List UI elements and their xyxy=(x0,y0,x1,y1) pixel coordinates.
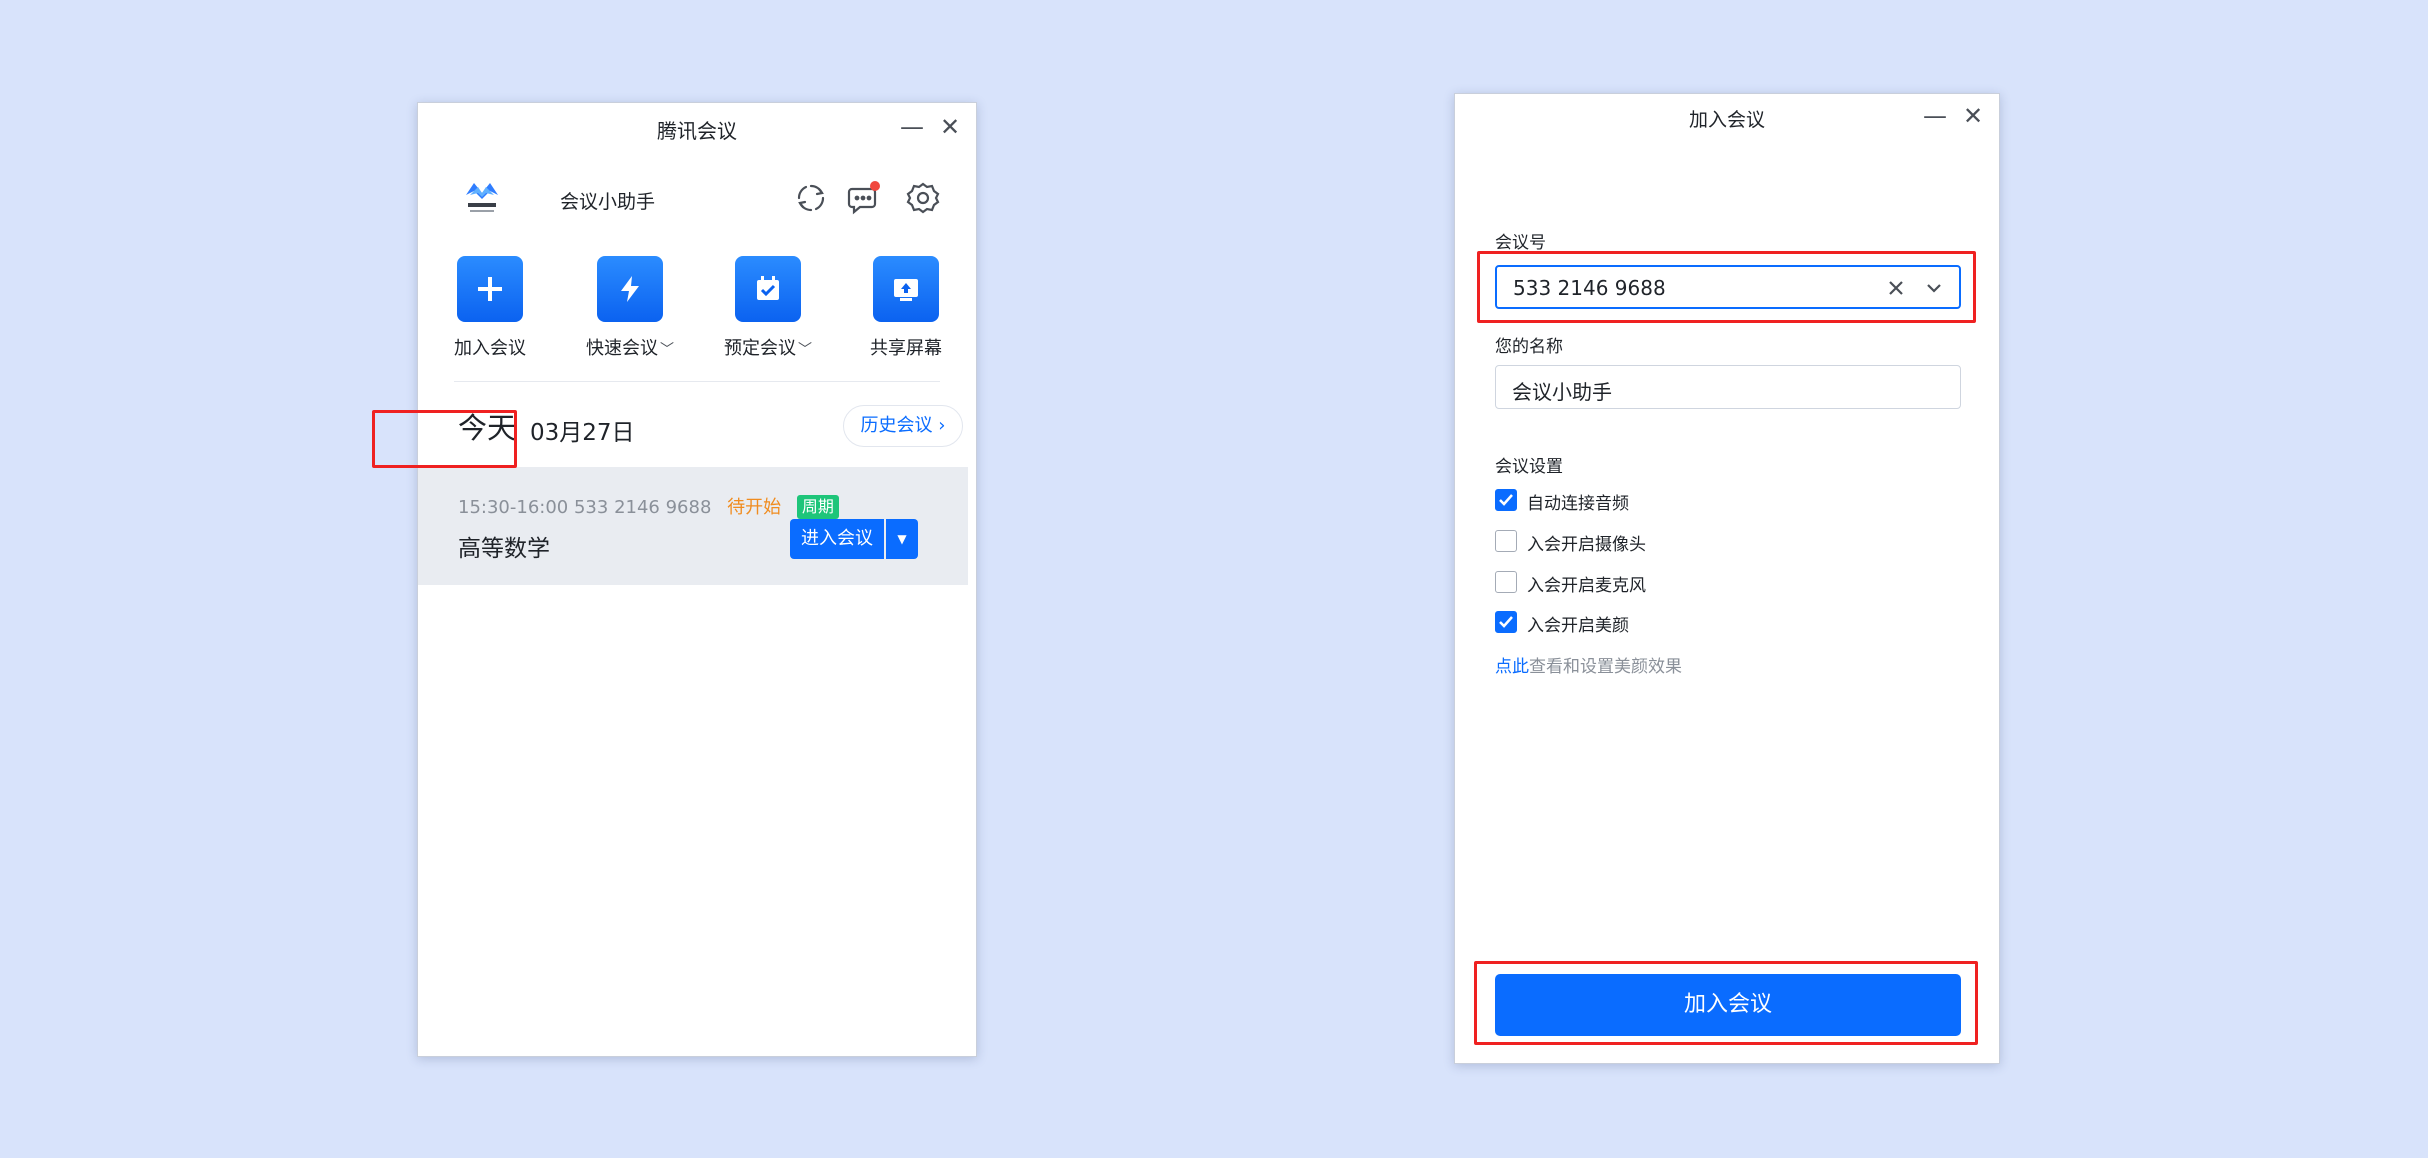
today-label: 今天 xyxy=(458,411,517,445)
option-label: 入会开启麦克风 xyxy=(1527,576,1646,596)
calendar-check-icon[interactable] xyxy=(735,256,801,322)
close-icon[interactable]: ✕ xyxy=(934,111,966,143)
clear-icon[interactable] xyxy=(1885,277,1907,299)
enter-meeting-group: 进入会议 ▼ xyxy=(790,519,918,559)
option-label: 自动连接音频 xyxy=(1527,494,1629,514)
beauty-settings-link[interactable]: 点此 xyxy=(1495,657,1529,677)
option-label: 入会开启美颜 xyxy=(1527,616,1629,636)
join-meeting-action[interactable]: 加入会议 xyxy=(440,256,540,360)
schedule-meeting-action[interactable]: 预定会议 ﹀ xyxy=(718,256,818,360)
share-screen-action[interactable]: 共享屏幕 xyxy=(856,256,956,360)
join-meeting-window: 加入会议 — ✕ 会议号 533 2146 9688 您的名称 会议小助手 会议… xyxy=(1454,93,2000,1064)
chevron-right-icon: › xyxy=(938,415,946,436)
your-name-value: 会议小助手 xyxy=(1512,380,1612,404)
checkbox-unchecked[interactable] xyxy=(1495,530,1517,552)
minimize-icon[interactable]: — xyxy=(896,111,928,143)
recurring-badge: 周期 xyxy=(796,495,839,519)
plus-icon[interactable] xyxy=(457,256,523,322)
meeting-number-value: 533 2146 9688 xyxy=(1513,276,1666,300)
main-titlebar: 腾讯会议 — ✕ xyxy=(418,103,976,151)
join-titlebar: 加入会议 — ✕ xyxy=(1455,94,1999,142)
schedule-meeting-label: 预定会议 xyxy=(724,338,796,359)
meeting-time: 15:30-16:00 xyxy=(458,497,569,518)
meeting-list-item[interactable]: 15:30-16:00 533 2146 9688 待开始 周期 高等数学 进入… xyxy=(418,467,968,585)
checkbox-unchecked[interactable] xyxy=(1495,571,1517,593)
meeting-meta: 15:30-16:00 533 2146 9688 待开始 周期 xyxy=(458,493,839,519)
your-name-input[interactable]: 会议小助手 xyxy=(1495,365,1961,409)
checkbox-checked[interactable] xyxy=(1495,489,1517,511)
join-window-title: 加入会议 xyxy=(1688,109,1765,131)
sync-icon[interactable] xyxy=(792,179,830,217)
profile-name[interactable]: 会议小助手 xyxy=(560,187,655,214)
minimize-icon[interactable]: — xyxy=(1919,100,1951,132)
settings-gear-icon[interactable] xyxy=(904,179,942,217)
history-meetings-button[interactable]: 历史会议 › xyxy=(843,405,963,447)
chevron-down-icon[interactable]: ﹀ xyxy=(660,342,674,358)
share-screen-label: 共享屏幕 xyxy=(870,338,942,359)
today-row: 今天 03月27日 历史会议 › xyxy=(458,403,963,453)
enter-meeting-button[interactable]: 进入会议 xyxy=(790,519,884,559)
quick-actions: 加入会议 快速会议 ﹀ 预定会议 ﹀ 共享屏幕 xyxy=(440,256,960,366)
caret-down-icon[interactable]: ▼ xyxy=(886,519,918,559)
beauty-hint-text: 查看和设置美颜效果 xyxy=(1529,657,1682,677)
quick-meeting-label: 快速会议 xyxy=(586,338,658,359)
main-window-title: 腾讯会议 xyxy=(657,119,737,143)
join-meeting-button[interactable]: 加入会议 xyxy=(1495,974,1961,1036)
profile-row: 会议小助手 xyxy=(460,169,950,225)
meeting-status: 待开始 xyxy=(727,497,782,518)
meeting-id: 533 2146 9688 xyxy=(573,497,712,518)
option-label: 入会开启摄像头 xyxy=(1527,535,1646,555)
tencent-meeting-main-window: 腾讯会议 — ✕ 会议小助手 加入会议 快速会议 ﹀ 预定会议 ﹀ 共享屏幕 今… xyxy=(417,102,977,1057)
chevron-down-icon[interactable] xyxy=(1923,277,1945,299)
meeting-title: 高等数学 xyxy=(458,536,550,562)
today-date: 03月27日 xyxy=(530,420,635,446)
tencent-meeting-logo[interactable] xyxy=(460,177,504,217)
quick-meeting-action[interactable]: 快速会议 ﹀ xyxy=(580,256,680,360)
meeting-number-label: 会议号 xyxy=(1495,233,1546,253)
meeting-number-input[interactable]: 533 2146 9688 xyxy=(1495,265,1961,309)
history-meetings-label: 历史会议 xyxy=(860,415,933,436)
share-screen-icon[interactable] xyxy=(873,256,939,322)
chevron-down-icon[interactable]: ﹀ xyxy=(798,342,812,358)
lightning-icon[interactable] xyxy=(597,256,663,322)
your-name-label: 您的名称 xyxy=(1495,337,1563,357)
join-meeting-label: 加入会议 xyxy=(454,338,526,359)
checkbox-checked[interactable] xyxy=(1495,611,1517,633)
beauty-hint: 点此查看和设置美颜效果 xyxy=(1495,652,1682,677)
message-icon[interactable] xyxy=(844,179,882,217)
divider xyxy=(454,381,940,382)
notification-dot xyxy=(870,181,880,191)
close-icon[interactable]: ✕ xyxy=(1957,100,1989,132)
meeting-settings-label: 会议设置 xyxy=(1495,457,1563,477)
